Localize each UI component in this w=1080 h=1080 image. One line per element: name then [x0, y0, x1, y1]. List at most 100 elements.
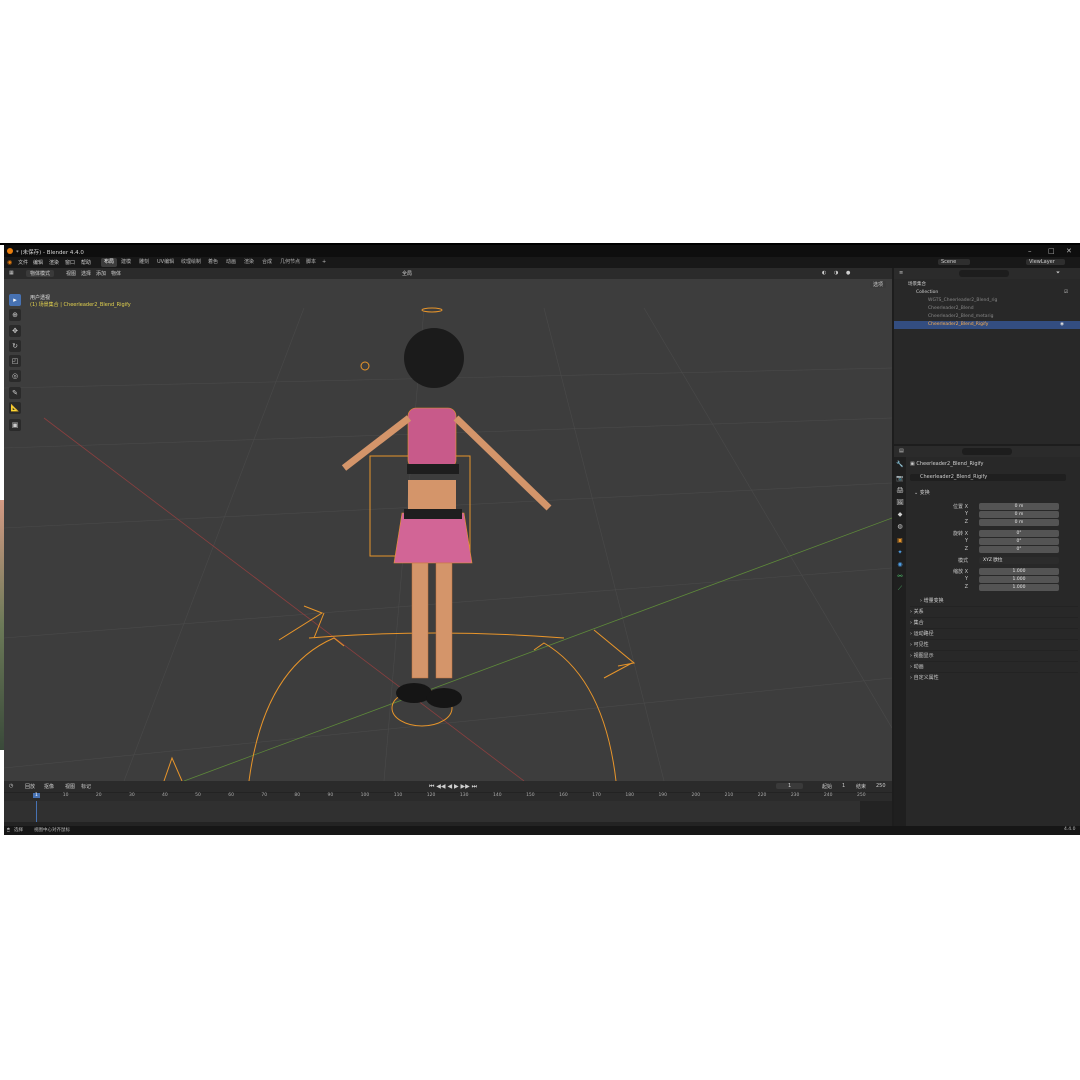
timeline-editor-icon[interactable]: ◷: [9, 783, 13, 789]
tool-tab-icon[interactable]: 🔧: [896, 461, 904, 469]
outliner-row-scene-collection[interactable]: 场景集合: [894, 281, 1080, 289]
menu-file[interactable]: 文件: [18, 259, 28, 266]
panel-relations[interactable]: › 关系: [910, 606, 1078, 617]
tab-scripting[interactable]: 脚本: [303, 258, 319, 267]
panel-animation[interactable]: › 动画: [910, 661, 1078, 672]
editor-type-icon[interactable]: ▦: [9, 270, 14, 276]
menu-window[interactable]: 窗口: [65, 259, 75, 266]
tab-compositing[interactable]: 合成: [259, 258, 275, 267]
start-frame-field[interactable]: 1: [842, 783, 845, 789]
playhead[interactable]: [36, 801, 37, 822]
outliner-row-collection[interactable]: Collection ☑: [894, 289, 1080, 297]
render-tab-icon[interactable]: 📷: [896, 475, 904, 483]
scale-tool-icon[interactable]: ◰: [9, 355, 21, 367]
constraints-tab-icon[interactable]: ⚯: [896, 573, 904, 581]
panel-collections[interactable]: › 集合: [910, 617, 1078, 628]
menu-add[interactable]: 添加: [96, 270, 106, 277]
world-tab-icon[interactable]: ◍: [896, 523, 904, 531]
transform-panel-header[interactable]: ⌄ 变换: [914, 489, 930, 496]
data-tab-icon[interactable]: ⟋: [896, 585, 904, 593]
scene-tab-icon[interactable]: ◆: [896, 511, 904, 519]
tab-uv-editing[interactable]: UV编辑: [154, 258, 177, 267]
tab-texture-paint[interactable]: 纹理绘制: [178, 258, 204, 267]
tab-geometry-nodes[interactable]: 几何节点: [277, 258, 303, 267]
select-box-tool-icon[interactable]: ▸: [9, 294, 21, 306]
panel-viewport-display[interactable]: › 视图显示: [910, 650, 1078, 661]
outliner-row-wgts[interactable]: WGTS_Cheerleader2_Blend_rig: [894, 297, 1080, 305]
viewport-shading-rendered-icon[interactable]: ●: [846, 270, 850, 276]
object-name-field[interactable]: Cheerleader2_Blend_Rigify: [910, 474, 1066, 481]
menu-keying[interactable]: 抠像: [44, 783, 54, 790]
menu-object[interactable]: 物体: [111, 270, 121, 277]
menu-timeline-view[interactable]: 视图: [65, 783, 75, 790]
rotate-tool-icon[interactable]: ↻: [9, 340, 21, 352]
cursor-tool-icon[interactable]: ⊕: [9, 309, 21, 321]
blender-menu-icon[interactable]: ◉: [7, 259, 12, 266]
timeline-track-area[interactable]: [4, 801, 860, 822]
outliner-search-input[interactable]: [959, 270, 1009, 277]
menu-view[interactable]: 视图: [66, 270, 76, 277]
options-dropdown[interactable]: 选项: [870, 281, 887, 288]
maximize-icon[interactable]: □: [1048, 247, 1055, 255]
visibility-eye-icon[interactable]: ◉: [1060, 321, 1064, 329]
output-tab-icon[interactable]: 🖨: [896, 487, 904, 495]
outliner-row-rigify[interactable]: Cheerleader2_Blend_Rigify ◉: [894, 321, 1080, 329]
tab-rendering[interactable]: 渲染: [241, 258, 257, 267]
add-workspace-button[interactable]: +: [319, 258, 329, 267]
panel-visibility[interactable]: › 可见性: [910, 639, 1078, 650]
tab-layout[interactable]: 布局: [101, 258, 118, 267]
playback-controls-icon[interactable]: ⏮ ◀◀ ◀ ▶ ▶▶ ⏭: [429, 783, 477, 791]
outliner-editor-icon[interactable]: ≡: [899, 270, 903, 276]
tab-sculpting[interactable]: 雕刻: [136, 258, 152, 267]
current-frame-field[interactable]: 1: [776, 783, 804, 789]
measure-tool-icon[interactable]: 📐: [9, 402, 21, 414]
scene-selector[interactable]: Scene: [938, 259, 971, 265]
end-frame-field[interactable]: 250: [876, 783, 886, 789]
physics-tab-icon[interactable]: ◉: [896, 561, 904, 569]
minimize-icon[interactable]: –: [1028, 247, 1032, 255]
location-x-field[interactable]: 0 m: [979, 503, 1059, 510]
delta-transform-panel[interactable]: › 增量变换: [920, 597, 944, 604]
checkbox-icon[interactable]: ☑: [1064, 289, 1068, 297]
modifiers-tab-icon[interactable]: ✦: [896, 549, 904, 557]
filter-icon[interactable]: ⏷: [1056, 270, 1060, 276]
outliner-row-metarig[interactable]: Cheerleader2_Blend_metarig: [894, 313, 1080, 321]
rotation-x-field[interactable]: 0°: [979, 530, 1059, 537]
transform-tool-icon[interactable]: ◎: [9, 370, 21, 382]
panel-custom-properties[interactable]: › 自定义属性: [910, 672, 1078, 683]
viewport-3d[interactable]: ▦ 物体模式 视图 选择 添加 物体 全局 ◐ ◑ ● 选项 用户透视 (1) …: [4, 268, 892, 781]
view-layer-tab-icon[interactable]: 🖼: [896, 499, 904, 507]
menu-edit[interactable]: 编辑: [33, 259, 43, 266]
properties-search-input[interactable]: [962, 448, 1012, 455]
annotate-tool-icon[interactable]: ✎: [9, 387, 21, 399]
view-layer-selector[interactable]: ViewLayer: [1026, 259, 1065, 265]
menu-help[interactable]: 帮助: [81, 259, 91, 266]
panel-motion-paths[interactable]: › 运动路径: [910, 628, 1078, 639]
mode-selector[interactable]: 物体模式: [26, 270, 55, 277]
move-tool-icon[interactable]: ✥: [9, 325, 21, 337]
menu-select[interactable]: 选择: [81, 270, 91, 277]
add-cube-tool-icon[interactable]: ▣: [9, 419, 21, 431]
menu-marker[interactable]: 标记: [81, 783, 91, 790]
viewport-shading-material-icon[interactable]: ◑: [834, 270, 838, 276]
frame-ruler[interactable]: 1 10 20 30 40 50 60 70 80 90 100 110 120 130 140 150 160…: [4, 793, 892, 801]
tab-modeling[interactable]: 建模: [118, 258, 134, 267]
outliner-row-blend[interactable]: Cheerleader2_Blend: [894, 305, 1080, 313]
menu-render[interactable]: 渲染: [49, 259, 59, 266]
tab-animation[interactable]: 动画: [223, 258, 239, 267]
location-z-field[interactable]: 0 m: [979, 519, 1059, 526]
rotation-z-field[interactable]: 0°: [979, 546, 1059, 553]
viewport-shading-solid-icon[interactable]: ◐: [822, 270, 826, 276]
rotation-y-field[interactable]: 0°: [979, 538, 1059, 545]
scale-x-field[interactable]: 1.000: [979, 568, 1059, 575]
scale-z-field[interactable]: 1.000: [979, 584, 1059, 591]
location-y-field[interactable]: 0 m: [979, 511, 1059, 518]
close-icon[interactable]: ✕: [1066, 247, 1072, 255]
menu-playback[interactable]: 回放: [25, 783, 35, 790]
transform-orientation-selector[interactable]: 全局: [402, 270, 412, 277]
scale-y-field[interactable]: 1.000: [979, 576, 1059, 583]
properties-editor-icon[interactable]: ▤: [899, 448, 904, 454]
rotation-mode-select[interactable]: XYZ 欧拉: [979, 557, 1059, 564]
object-tab-icon[interactable]: ▣: [896, 537, 904, 545]
tab-shading[interactable]: 着色: [205, 258, 221, 267]
